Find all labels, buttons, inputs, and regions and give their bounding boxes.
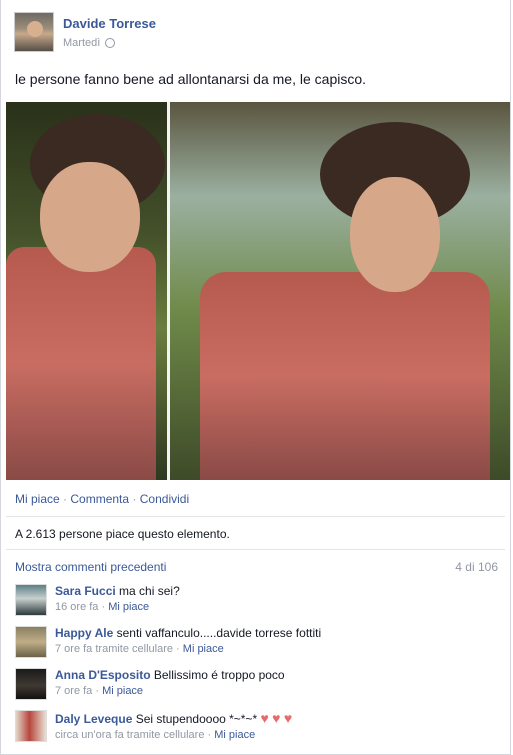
- comment-meta: circa un'ora fa tramite cellulare · Mi p…: [55, 729, 256, 741]
- comment-author[interactable]: Happy Ale: [55, 626, 113, 640]
- photo-left-face: [40, 162, 140, 272]
- author-block: Davide Torrese Martedì: [63, 12, 156, 52]
- comment-like-link[interactable]: Mi piace: [183, 643, 224, 655]
- action-separator: ·: [132, 492, 140, 506]
- likes-summary[interactable]: A 2.613 persone piace questo elemento.: [6, 516, 505, 550]
- share-action[interactable]: Condividi: [140, 492, 189, 506]
- photo-right-panel: [170, 102, 510, 480]
- comment-text: Sei stupendoooo *~*~*: [135, 712, 258, 726]
- comment-text: Bellissimo é troppo poco: [153, 668, 285, 682]
- comment-line: Happy Ale senti vaffanculo.....davide to…: [55, 626, 321, 640]
- comment-meta: 7 ore fa · Mi piace: [55, 685, 144, 697]
- photo-left-panel: [6, 102, 167, 480]
- post-status-text: le persone fanno bene ad allontanarsi da…: [15, 71, 367, 87]
- heart-icon: ♥: [260, 710, 269, 726]
- comment-body: Sara Fucci ma chi sei? 16 ore fa · Mi pi…: [55, 584, 180, 616]
- photo-right-face: [350, 177, 440, 292]
- photo-right-shirt: [200, 272, 490, 480]
- comment-avatar[interactable]: [15, 668, 47, 700]
- comment-author[interactable]: Sara Fucci: [55, 584, 116, 598]
- comment-author[interactable]: Anna D'Esposito: [55, 668, 151, 682]
- comment-author[interactable]: Daly Leveque: [55, 712, 132, 726]
- comment-avatar[interactable]: [15, 584, 47, 616]
- post-header: Davide Torrese Martedì: [14, 12, 156, 52]
- photo-left-shirt: [6, 247, 156, 480]
- post-time[interactable]: Martedì: [63, 37, 100, 49]
- like-action[interactable]: Mi piace: [15, 492, 60, 506]
- comment-meta: 16 ore fa · Mi piace: [55, 601, 150, 613]
- author-avatar[interactable]: [14, 12, 54, 52]
- comment-body: Anna D'Esposito Bellissimo é troppo poco…: [55, 668, 285, 700]
- comment-body: Daly Leveque Sei stupendoooo *~*~* ♥ ♥ ♥…: [55, 710, 292, 742]
- post-photo[interactable]: [6, 102, 510, 480]
- comment-item: Sara Fucci ma chi sei? 16 ore fa · Mi pi…: [15, 584, 180, 616]
- heart-icon: ♥: [272, 710, 281, 726]
- comment-text: senti vaffanculo.....davide torrese fott…: [116, 626, 322, 640]
- comment-item: Happy Ale senti vaffanculo.....davide to…: [15, 626, 321, 658]
- author-name[interactable]: Davide Torrese: [63, 16, 156, 31]
- show-previous-comments[interactable]: Mostra commenti precedenti: [15, 560, 166, 574]
- post-card: Davide Torrese Martedì le persone fanno …: [0, 0, 511, 755]
- comment-item: Daly Leveque Sei stupendoooo *~*~* ♥ ♥ ♥…: [15, 710, 292, 742]
- comment-avatar[interactable]: [15, 710, 47, 742]
- comment-line: Sara Fucci ma chi sei?: [55, 584, 180, 598]
- comment-like-link[interactable]: Mi piace: [214, 729, 255, 741]
- comment-time[interactable]: 7 ore fa: [55, 685, 92, 697]
- comment-time[interactable]: circa un'ora fa tramite cellulare: [55, 729, 204, 741]
- comment-body: Happy Ale senti vaffanculo.....davide to…: [55, 626, 321, 658]
- comment-count: 4 di 106: [455, 560, 498, 574]
- comment-like-link[interactable]: Mi piace: [102, 685, 143, 697]
- comment-item: Anna D'Esposito Bellissimo é troppo poco…: [15, 668, 285, 700]
- comment-like-link[interactable]: Mi piace: [108, 601, 149, 613]
- comment-time[interactable]: 7 ore fa tramite cellulare: [55, 643, 173, 655]
- comment-line: Daly Leveque Sei stupendoooo *~*~* ♥ ♥ ♥: [55, 710, 292, 726]
- comment-time[interactable]: 16 ore fa: [55, 601, 98, 613]
- globe-icon: [105, 38, 116, 48]
- comment-line: Anna D'Esposito Bellissimo é troppo poco: [55, 668, 285, 682]
- comment-action[interactable]: Commenta: [70, 492, 129, 506]
- heart-icon: ♥: [283, 710, 293, 726]
- post-actions: Mi piace · Commenta · Condividi: [15, 492, 189, 506]
- post-meta: Martedì: [63, 37, 156, 49]
- comment-meta: 7 ore fa tramite cellulare · Mi piace: [55, 643, 224, 655]
- comment-text: ma chi sei?: [119, 584, 180, 598]
- comment-avatar[interactable]: [15, 626, 47, 658]
